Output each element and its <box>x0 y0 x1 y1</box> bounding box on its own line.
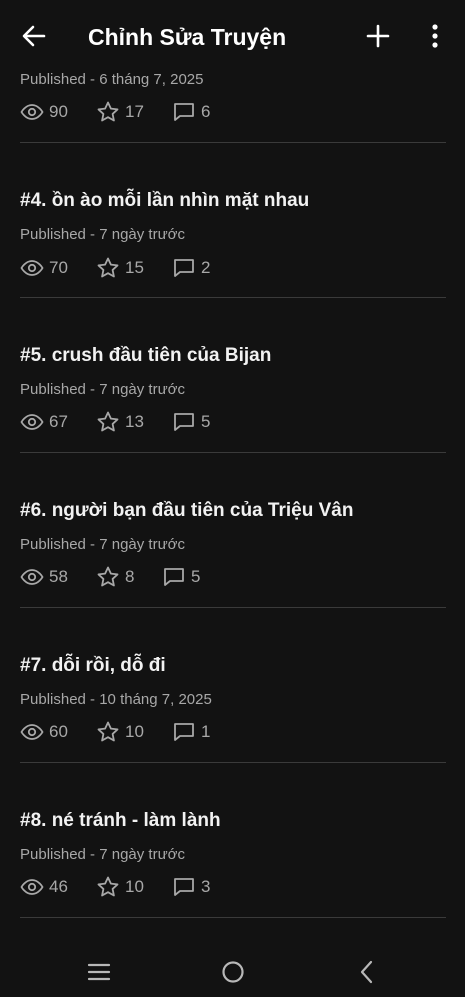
divider <box>20 917 446 918</box>
comment-icon <box>164 568 184 586</box>
eye-icon <box>20 414 44 430</box>
app-bar: Chỉnh Sửa Truyện <box>0 0 465 72</box>
star-icon <box>97 257 119 278</box>
star-icon <box>97 721 119 742</box>
system-nav-bar <box>0 945 465 997</box>
part-item[interactable]: #4. ồn ào mỗi lần nhìn mặt nhau Publishe… <box>0 143 465 298</box>
views-count: 90 <box>49 102 68 121</box>
views-count: 58 <box>49 567 68 586</box>
star-icon <box>97 101 119 122</box>
recents-button[interactable] <box>86 959 112 985</box>
part-stats: 90 17 6 <box>20 100 320 124</box>
part-publish-status: Published - 7 ngày trước <box>20 381 185 398</box>
comments-count: 3 <box>201 877 211 896</box>
recents-icon <box>87 963 111 981</box>
part-title: #7. dỗi rồi, dỗ đi <box>20 655 166 676</box>
part-title: #8. né tránh - làm lành <box>20 810 221 831</box>
eye-icon <box>20 724 44 740</box>
eye-icon <box>20 260 44 276</box>
page-title: Chỉnh Sửa Truyện <box>88 24 287 50</box>
part-item[interactable]: #6. người bạn đầu tiên của Triệu Vân Pub… <box>0 453 465 608</box>
comments-stat: 5 <box>162 565 200 589</box>
part-stats: 58 8 5 <box>20 565 320 589</box>
stars-stat: 10 <box>96 720 144 744</box>
plus-icon <box>366 24 390 48</box>
views-stat: 58 <box>20 565 68 589</box>
stars-stat: 13 <box>96 410 144 434</box>
comments-stat: 6 <box>172 100 210 124</box>
comments-stat: 3 <box>172 875 210 899</box>
home-circle-icon <box>222 961 244 983</box>
more-options-button[interactable] <box>421 22 449 50</box>
nav-back-button[interactable] <box>354 959 380 985</box>
comment-icon <box>174 413 194 431</box>
nav-back-icon <box>360 960 373 984</box>
part-stats: 46 10 3 <box>20 875 320 899</box>
comments-stat: 2 <box>172 256 210 280</box>
comments-count: 5 <box>201 412 211 431</box>
stars-stat: 17 <box>96 100 144 124</box>
part-item[interactable]: #8. né tránh - làm lành Published - 7 ng… <box>0 763 465 918</box>
stars-count: 13 <box>125 412 144 431</box>
stars-count: 8 <box>125 567 135 586</box>
part-title: #6. người bạn đầu tiên của Triệu Vân <box>20 500 354 521</box>
part-stats: 67 13 5 <box>20 410 320 434</box>
part-item[interactable]: #5. crush đầu tiên của Bijan Published -… <box>0 298 465 453</box>
add-part-button[interactable] <box>364 22 392 50</box>
back-button[interactable] <box>20 22 48 50</box>
star-icon <box>97 566 119 587</box>
views-count: 60 <box>49 722 68 741</box>
comment-icon <box>174 259 194 277</box>
part-title: #4. ồn ào mỗi lần nhìn mặt nhau <box>20 190 310 211</box>
views-stat: 90 <box>20 100 68 124</box>
stars-count: 15 <box>125 258 144 277</box>
part-title: #5. crush đầu tiên của Bijan <box>20 345 272 366</box>
eye-icon <box>20 104 44 120</box>
comment-icon <box>174 103 194 121</box>
part-item[interactable]: #7. dỗi rồi, dỗ đi Published - 10 tháng … <box>0 608 465 763</box>
star-icon <box>97 876 119 897</box>
star-icon <box>97 411 119 432</box>
more-vertical-icon <box>432 24 438 48</box>
stars-stat: 8 <box>96 565 134 589</box>
part-stats: 70 15 2 <box>20 256 320 280</box>
comment-icon <box>174 878 194 896</box>
stars-count: 17 <box>125 102 144 121</box>
comments-stat: 1 <box>172 720 210 744</box>
stars-stat: 15 <box>96 256 144 280</box>
arrow-left-icon <box>22 25 46 47</box>
stars-count: 10 <box>125 722 144 741</box>
views-stat: 70 <box>20 256 68 280</box>
stars-count: 10 <box>125 877 144 896</box>
views-stat: 67 <box>20 410 68 434</box>
stars-stat: 10 <box>96 875 144 899</box>
views-count: 46 <box>49 877 68 896</box>
views-count: 67 <box>49 412 68 431</box>
eye-icon <box>20 879 44 895</box>
views-stat: 60 <box>20 720 68 744</box>
comment-icon <box>174 723 194 741</box>
part-publish-status: Published - 7 ngày trước <box>20 846 185 863</box>
part-publish-status: Published - 6 tháng 7, 2025 <box>20 71 204 88</box>
views-count: 70 <box>49 258 68 277</box>
comments-count: 1 <box>201 722 211 741</box>
comments-count: 5 <box>191 567 201 586</box>
part-stats: 60 10 1 <box>20 720 320 744</box>
eye-icon <box>20 569 44 585</box>
part-publish-status: Published - 7 ngày trước <box>20 226 185 243</box>
comments-stat: 5 <box>172 410 210 434</box>
comments-count: 6 <box>201 102 211 121</box>
part-publish-status: Published - 7 ngày trước <box>20 536 185 553</box>
home-button[interactable] <box>220 959 246 985</box>
part-publish-status: Published - 10 tháng 7, 2025 <box>20 691 212 708</box>
views-stat: 46 <box>20 875 68 899</box>
comments-count: 2 <box>201 258 211 277</box>
